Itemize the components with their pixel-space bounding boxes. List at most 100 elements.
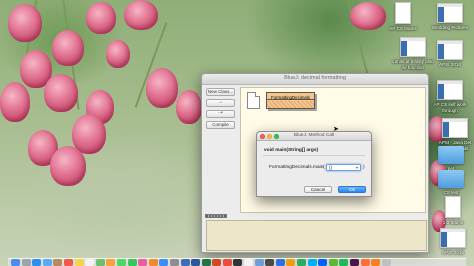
dock-ibooks-icon[interactable]	[148, 259, 158, 266]
desktop-icon-label: 1-2 teams	[442, 220, 464, 225]
window-titlebar[interactable]: BlueJ: decimal formatting	[202, 74, 428, 85]
dropdown-caret-icon[interactable]: ▾	[356, 165, 358, 170]
method-call-prefix: FormattingDecimals.main	[269, 165, 324, 170]
desktop-icon-label: AP CS self work through	[433, 102, 467, 113]
bluej-toolbar: New Class... → ⇢ Compile	[206, 88, 236, 132]
wallpaper-blossom	[176, 90, 202, 124]
dialog-title: BlueJ: Method Call	[293, 133, 335, 138]
dock-itunes-icon[interactable]	[138, 259, 148, 266]
dock-safari-icon[interactable]	[32, 259, 42, 266]
dock-calendar-icon[interactable]	[63, 259, 73, 266]
dock-facetime-icon[interactable]	[127, 259, 137, 266]
divider	[263, 155, 365, 156]
new-class-button[interactable]: New Class...	[206, 88, 235, 96]
desktop-icon-cs-test[interactable]: CS test	[430, 170, 472, 196]
desktop-icon-label: AP CS teams	[389, 26, 417, 31]
desktop-icon-pet[interactable]: pet	[430, 146, 472, 172]
dock-maps-icon[interactable]	[95, 259, 105, 266]
dock-trash-icon[interactable]	[381, 259, 391, 266]
document-icon	[445, 196, 461, 218]
uncompiled-hatch	[267, 101, 314, 108]
class-name-label: FormattingDecimals	[267, 93, 314, 100]
dock-powerpoint-icon[interactable]	[212, 259, 222, 266]
wallpaper-blossom	[8, 4, 42, 42]
desktop-icon-label: CS test	[443, 190, 459, 195]
dock-preview-icon[interactable]	[254, 259, 264, 266]
dock-appstore-icon[interactable]	[159, 259, 169, 266]
wallpaper-blossom	[350, 2, 386, 30]
desktop-icon-ap-cs-self-work[interactable]: AP CS self work through	[429, 80, 471, 113]
desktop-icon-ap-cs-teams[interactable]: AP CS teams	[382, 2, 424, 32]
desktop-icon-apsi-2016[interactable]: APSI 2016	[429, 40, 471, 68]
image-thumbnail-icon	[440, 228, 466, 248]
close-paren: )	[363, 165, 365, 170]
dock-photos-icon[interactable]	[106, 259, 116, 266]
desktop-icon-apsi-2016-b[interactable]: APSI 2016	[432, 228, 474, 256]
method-call-dialog: BlueJ: Method Call void main(String[] ar…	[256, 131, 372, 197]
wallpaper-blossom	[106, 40, 130, 68]
object-bench[interactable]	[206, 220, 427, 251]
dock-reminders-icon[interactable]	[85, 259, 95, 266]
image-thumbnail-icon	[442, 118, 468, 138]
dock-vlc-icon[interactable]	[371, 259, 381, 266]
compile-button[interactable]: Compile	[206, 121, 235, 129]
dock-messages-icon[interactable]	[116, 259, 126, 266]
class-box-formattingdecimals[interactable]: FormattingDecimals	[266, 92, 315, 109]
dock-notes-icon[interactable]	[74, 259, 84, 266]
image-thumbnail-icon	[437, 3, 463, 23]
dock-bluej-icon[interactable]	[180, 259, 190, 266]
dock-textedit-icon[interactable]	[244, 259, 254, 266]
argument-input[interactable]: {} ▾	[326, 164, 361, 171]
desktop-icon-wedding-pictures[interactable]: Wedding Pictures	[429, 3, 471, 31]
wallpaper-blossom	[52, 30, 84, 66]
wallpaper-blossom	[44, 74, 78, 112]
dock-launchpad-icon[interactable]	[21, 259, 31, 266]
wallpaper-blossom	[124, 0, 158, 30]
dialog-titlebar[interactable]: BlueJ: Method Call	[257, 132, 371, 141]
machine-activity-indicator	[205, 214, 227, 218]
dock-evernote-icon[interactable]	[328, 259, 338, 266]
image-thumbnail-icon	[437, 80, 463, 100]
desktop-icon-1-2-teams[interactable]: 1-2 teams	[432, 196, 474, 226]
dock-pages-icon[interactable]	[286, 259, 296, 266]
ok-button[interactable]: Ok	[338, 186, 366, 193]
desktop-icon-label: APSI 2016	[439, 62, 461, 67]
dock-numbers-icon[interactable]	[297, 259, 307, 266]
wallpaper-blossom	[50, 146, 86, 186]
wallpaper-blossom	[86, 2, 116, 34]
dock-chrome-icon[interactable]	[222, 259, 232, 266]
dock-preferences-icon[interactable]	[169, 259, 179, 266]
dock	[8, 258, 466, 266]
dock-word-icon[interactable]	[191, 259, 201, 266]
window-title: BlueJ: decimal formatting	[284, 75, 346, 81]
desktop-icon-label: APSI 2016	[442, 250, 464, 255]
dock-dropbox-icon[interactable]	[318, 259, 328, 266]
argument-value: {}	[329, 165, 333, 170]
desktop-icon-limits[interactable]: Limits at Infinity also w/ function	[392, 37, 434, 70]
open-paren: (	[323, 165, 325, 170]
dock-firefox-icon[interactable]	[360, 259, 370, 266]
dock-contacts-icon[interactable]	[53, 259, 63, 266]
cancel-button[interactable]: Cancel	[304, 186, 332, 193]
dock-spotify-icon[interactable]	[339, 259, 349, 266]
desktop-icon-label: Wedding Pictures	[432, 25, 468, 30]
wallpaper-blossom	[0, 82, 30, 122]
document-icon	[395, 2, 411, 24]
folder-icon	[438, 170, 464, 188]
method-signature: void main(String[] args)	[264, 148, 319, 153]
readme-icon[interactable]	[247, 92, 260, 109]
dock-slack-icon[interactable]	[350, 259, 359, 266]
dock-skype-icon[interactable]	[307, 259, 317, 266]
folder-icon	[438, 146, 464, 164]
desktop-icon-label: Limits at Infinity also w/ function	[392, 59, 434, 70]
image-thumbnail-icon	[437, 40, 463, 60]
uses-arrow-button[interactable]: →	[206, 99, 235, 107]
wallpaper-blossom	[146, 68, 178, 108]
dock-finder-icon[interactable]	[11, 259, 20, 266]
dock-quicktime-icon[interactable]	[265, 259, 275, 266]
dock-terminal-icon[interactable]	[233, 259, 243, 266]
dock-keynote-icon[interactable]	[275, 259, 285, 266]
dock-mail-icon[interactable]	[42, 259, 52, 266]
dock-excel-icon[interactable]	[201, 259, 211, 266]
inherits-arrow-button[interactable]: ⇢	[206, 110, 235, 118]
